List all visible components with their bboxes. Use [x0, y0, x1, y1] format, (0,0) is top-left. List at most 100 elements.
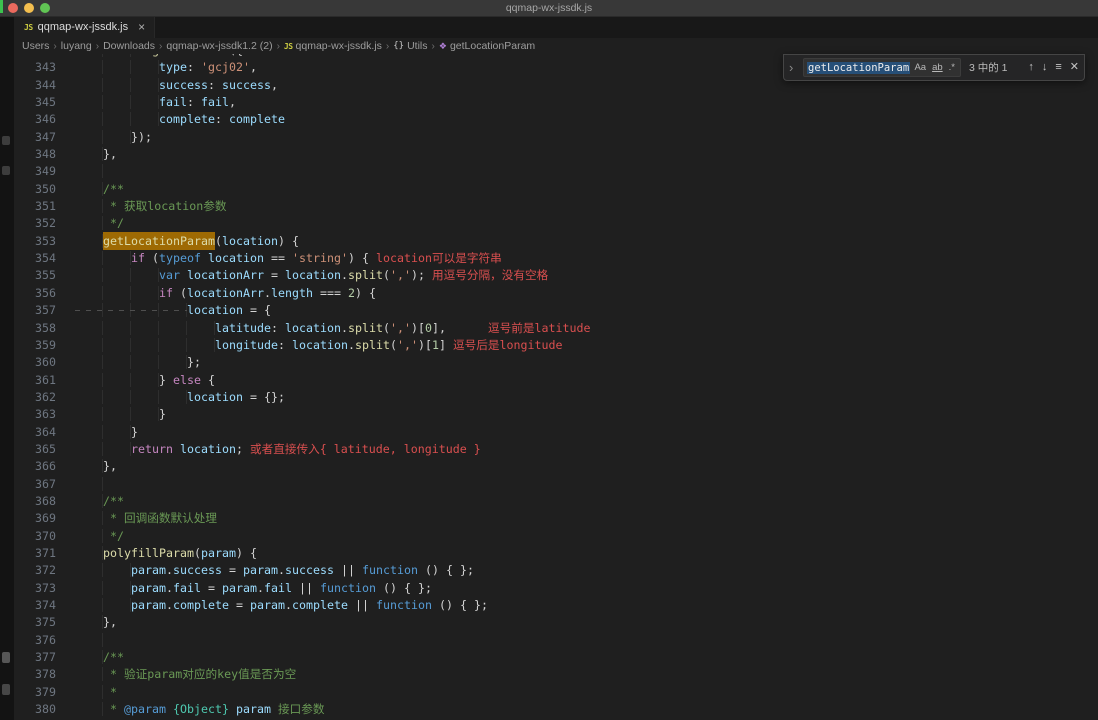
code-line[interactable]: 364 } [14, 424, 1098, 441]
token-prop: complete [159, 112, 215, 126]
token-prop: success [173, 563, 222, 577]
find-previous-icon[interactable]: ↑ [1028, 62, 1034, 73]
code-line[interactable]: 373 param.fail = param.fail || function … [14, 580, 1098, 597]
whole-word-toggle-icon[interactable]: ab [930, 62, 945, 74]
token-ws [75, 338, 215, 352]
code-line-content: param.success = param.success || functio… [56, 563, 474, 577]
breadcrumb: Users›luyang›Downloads›qqmap-wx-jssdk1.2… [14, 38, 1098, 54]
code-line[interactable]: 378 * 验证param对应的key值是否为空 [14, 666, 1098, 683]
breadcrumb-separator: › [53, 41, 56, 52]
token-txt: ( [194, 546, 201, 560]
code-line[interactable]: 366 }, [14, 458, 1098, 475]
code-line[interactable]: 347 }); [14, 129, 1098, 146]
token-cm: * [103, 685, 117, 699]
line-number: 371 [14, 545, 56, 562]
code-line[interactable]: 357 location = { [14, 302, 1098, 319]
token-txt: , [250, 60, 257, 74]
token-txt: . [341, 268, 348, 282]
code-line[interactable]: 345 fail: fail, [14, 94, 1098, 111]
line-number: 346 [14, 111, 56, 128]
code-area[interactable]: 342 wx.getLocation({343 type: 'gcj02',34… [14, 54, 1098, 720]
find-close-icon[interactable]: ✕ [1070, 62, 1079, 73]
code-line[interactable]: 365 return location; 或者直接传入{ latitude, l… [14, 441, 1098, 458]
token-txt: || [348, 598, 376, 612]
token-txt: ) { [236, 546, 257, 560]
code-line[interactable]: 376 [14, 632, 1098, 649]
token-txt: || [292, 581, 320, 595]
token-txt: : [187, 60, 201, 74]
token-str: 'string' [292, 251, 348, 265]
code-line[interactable]: 356 if (locationArr.length === 2) { [14, 285, 1098, 302]
find-in-selection-icon[interactable]: ≡ [1055, 62, 1061, 73]
token-txt: = [264, 268, 285, 282]
code-line[interactable]: 348 }, [14, 146, 1098, 163]
token-kw: else [173, 373, 201, 387]
breadcrumb-item[interactable]: luyang [61, 40, 92, 52]
token-ws [75, 581, 131, 595]
code-line[interactable]: 346 complete: complete [14, 111, 1098, 128]
breadcrumb-item[interactable]: {}Utils [393, 40, 427, 52]
code-line[interactable]: 371 polyfillParam(param) { [14, 545, 1098, 562]
token-var: location [187, 303, 243, 317]
code-line[interactable]: 377 /** [14, 649, 1098, 666]
regex-toggle-icon[interactable]: .* [947, 62, 957, 74]
token-var: location [187, 390, 243, 404]
token-red: 逗号后是longitude [446, 338, 563, 352]
breadcrumb-item[interactable]: Users [22, 40, 49, 52]
code-line-content: }, [56, 615, 117, 629]
code-line[interactable]: 380 * @param {Object} param 接口参数 [14, 701, 1098, 718]
breadcrumb-item[interactable]: qqmap-wx-jssdk1.2 (2) [166, 40, 272, 52]
code-line[interactable]: 349 [14, 163, 1098, 180]
code-line[interactable]: 354 if (typeof location == 'string') { l… [14, 250, 1098, 267]
token-txt: . [145, 54, 152, 57]
code-line[interactable]: 372 param.success = param.success || fun… [14, 562, 1098, 579]
breadcrumb-separator: › [159, 41, 162, 52]
code-line[interactable]: 370 */ [14, 528, 1098, 545]
find-input[interactable]: getLocationParam Aa ab .* [803, 58, 961, 77]
token-var: param [131, 598, 166, 612]
breadcrumb-item[interactable]: ❖getLocationParam [439, 40, 535, 52]
code-line[interactable]: 355 var locationArr = location.split(','… [14, 267, 1098, 284]
code-line[interactable]: 362 location = {}; [14, 389, 1098, 406]
code-line[interactable]: 374 param.complete = param.complete || f… [14, 597, 1098, 614]
token-kw: if [131, 251, 145, 265]
token-prop: success [285, 563, 334, 577]
code-line[interactable]: 353 getLocationParam(location) { [14, 233, 1098, 250]
token-txt: ; [236, 442, 250, 456]
code-line[interactable]: 358 latitude: location.split(',')[0], 逗号… [14, 320, 1098, 337]
code-line[interactable]: 352 */ [14, 215, 1098, 232]
find-toggle-replace-chevron[interactable]: › [789, 61, 798, 74]
code-line[interactable]: 361 } else { [14, 372, 1098, 389]
line-number: 366 [14, 458, 56, 475]
token-ws [75, 199, 103, 213]
code-line[interactable]: 368 /** [14, 493, 1098, 510]
token-ws [75, 650, 103, 664]
token-cm [166, 702, 173, 716]
code-line-content: wx.getLocation({ [56, 54, 243, 57]
token-kw: if [159, 286, 173, 300]
code-line-content: }); [56, 130, 152, 144]
code-line[interactable]: 360 }; [14, 354, 1098, 371]
token-txt: . [166, 598, 173, 612]
code-line[interactable]: 363 } [14, 406, 1098, 423]
code-line[interactable]: 369 * 回调函数默认处理 [14, 510, 1098, 527]
token-num: 2 [348, 286, 355, 300]
tab-close-icon[interactable]: × [138, 21, 145, 33]
breadcrumb-item[interactable]: JSqqmap-wx-jssdk.js [284, 40, 382, 52]
find-query-text[interactable]: getLocationParam [807, 62, 910, 74]
token-ws [75, 425, 131, 439]
code-line[interactable]: 351 * 获取location参数 [14, 198, 1098, 215]
line-number: 373 [14, 580, 56, 597]
line-number: 347 [14, 129, 56, 146]
match-case-toggle-icon[interactable]: Aa [912, 62, 928, 74]
token-txt: }); [131, 130, 152, 144]
code-line[interactable]: 350 /** [14, 181, 1098, 198]
breadcrumb-item[interactable]: Downloads [103, 40, 155, 52]
code-line[interactable]: 379 * [14, 684, 1098, 701]
tab-bar: JS qqmap-wx-jssdk.js × [14, 16, 1098, 38]
tab-qqmap-wx-jssdk[interactable]: JS qqmap-wx-jssdk.js × [14, 16, 155, 38]
code-line[interactable]: 367 [14, 476, 1098, 493]
code-line[interactable]: 359 longitude: location.split(',')[1] 逗号… [14, 337, 1098, 354]
find-next-icon[interactable]: ↓ [1042, 62, 1048, 73]
code-line[interactable]: 375 }, [14, 614, 1098, 631]
